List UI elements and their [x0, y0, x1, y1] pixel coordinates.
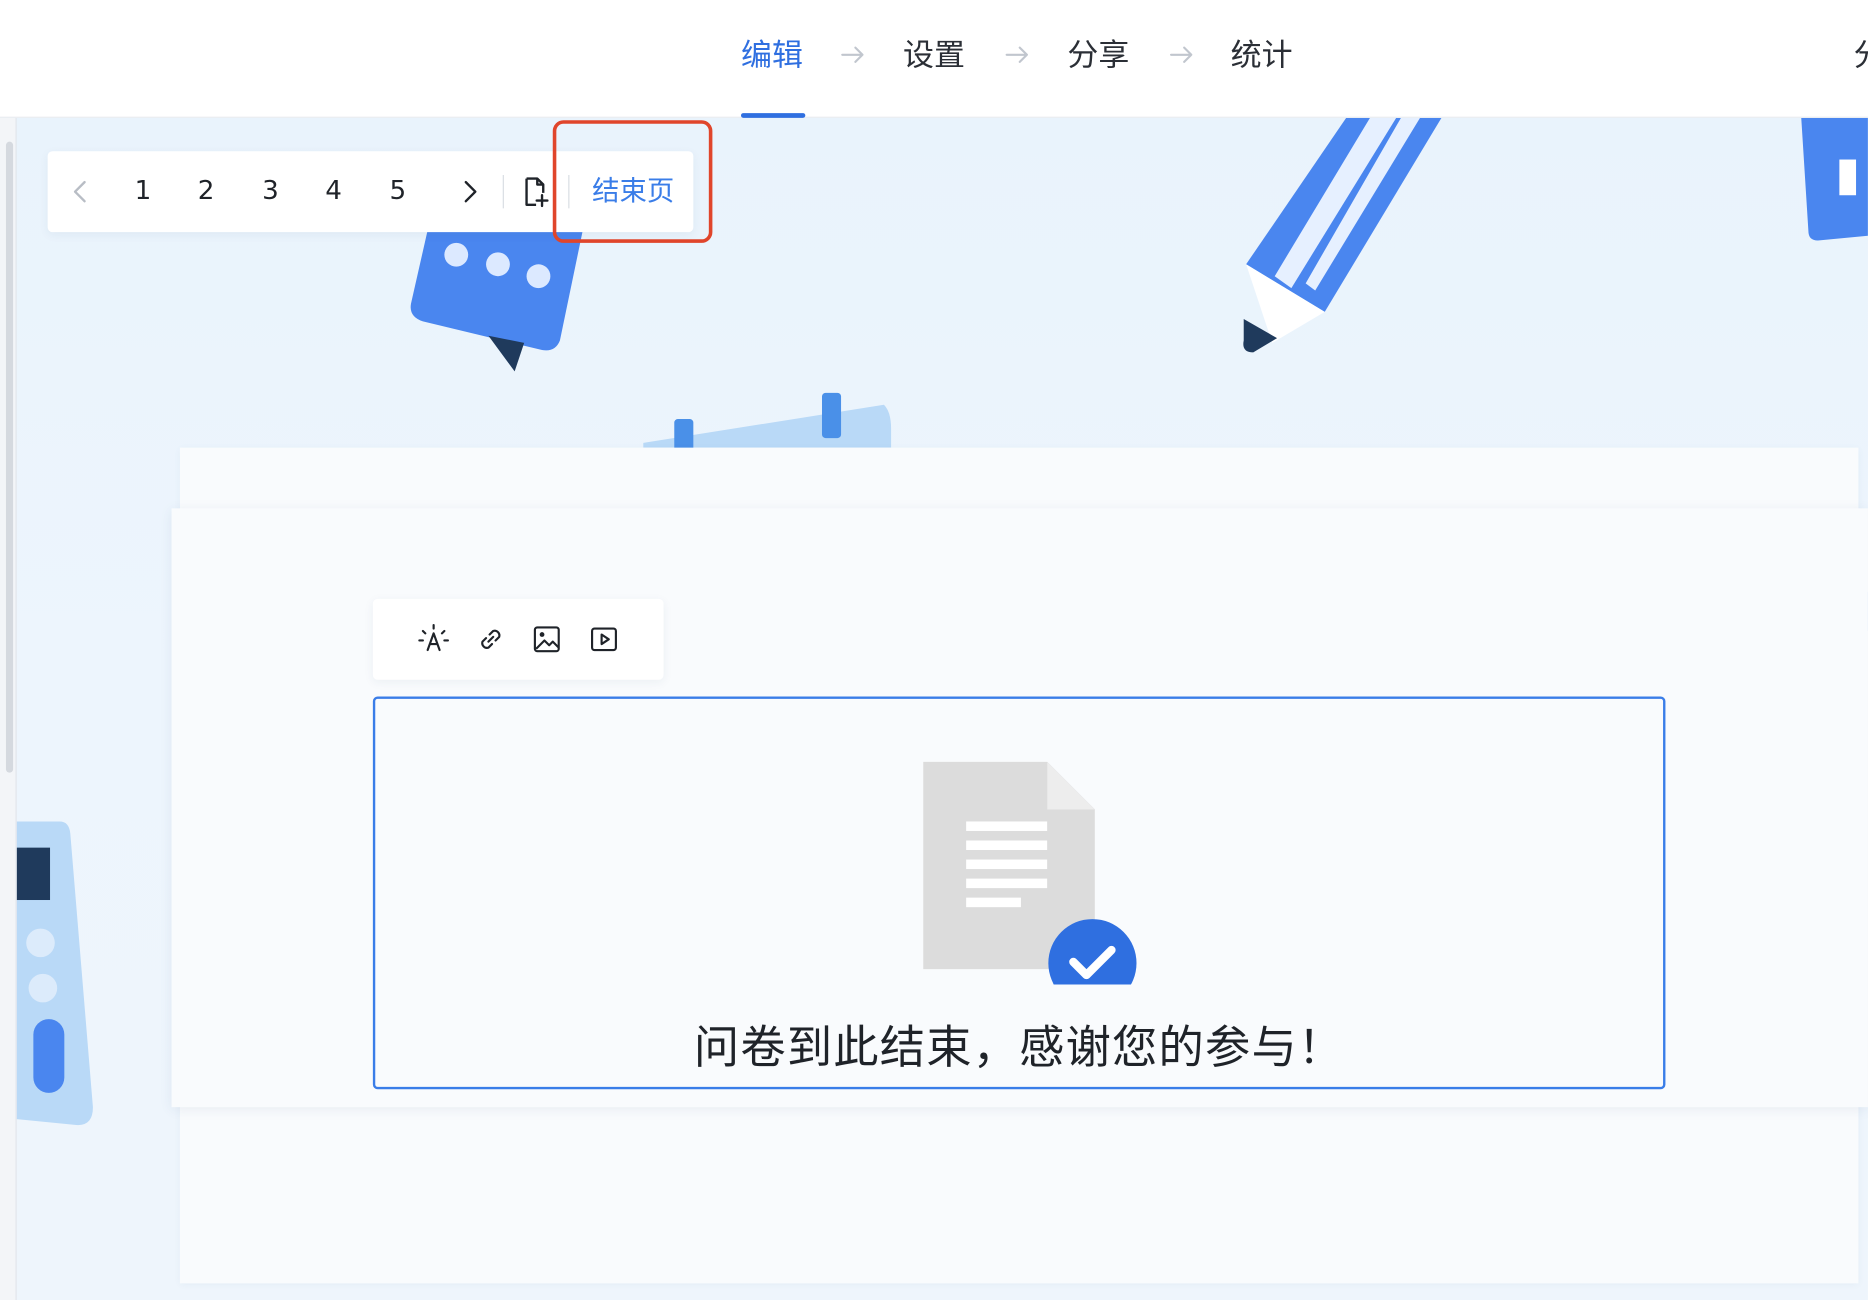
divider: [568, 175, 570, 209]
calendar-decoration: [643, 392, 892, 453]
image-icon[interactable]: [530, 623, 563, 656]
header-action-truncated[interactable]: 分: [1854, 29, 1868, 84]
page-5[interactable]: 5: [380, 173, 416, 211]
page-navigator: 1 2 3 4 5 结束页: [47, 151, 694, 233]
page-2[interactable]: 2: [188, 173, 224, 211]
page-3[interactable]: 3: [253, 173, 289, 211]
step-settings[interactable]: 设置: [903, 29, 965, 84]
active-step-indicator: [740, 113, 806, 118]
phone-decoration: [16, 821, 93, 1126]
arrow-right-icon: [1005, 46, 1028, 63]
chevron-left-icon[interactable]: [64, 175, 97, 208]
document-check-icon: [923, 761, 1137, 985]
rich-text-toolbar: [372, 598, 664, 680]
step-statistics[interactable]: 统计: [1231, 29, 1293, 84]
step-edit[interactable]: 编辑: [741, 29, 803, 84]
pencil-decoration: [1243, 117, 1442, 353]
page-1[interactable]: 1: [125, 173, 161, 211]
end-page-tab[interactable]: 结束页: [592, 173, 674, 211]
video-icon[interactable]: [587, 623, 620, 656]
step-share[interactable]: 分享: [1067, 29, 1129, 84]
left-scrollbar-thumb[interactable]: [5, 141, 14, 773]
left-scrollbar[interactable]: [0, 117, 17, 1300]
text-style-icon[interactable]: [417, 623, 450, 656]
chevron-right-icon[interactable]: [453, 175, 486, 208]
divider: [502, 175, 504, 209]
end-page-message: 问卷到此结束，感谢您的参与！: [693, 1021, 1345, 1074]
page-4[interactable]: 4: [316, 173, 352, 211]
add-page-icon[interactable]: [518, 175, 551, 208]
arrow-right-icon: [1169, 46, 1193, 63]
arrow-right-icon: [841, 46, 864, 63]
link-icon[interactable]: [474, 623, 507, 656]
top-step-navigation: 编辑 设置 分享 统计 分: [0, 0, 1868, 118]
speech-bubble-decoration: [410, 214, 587, 372]
end-page-content-editor[interactable]: 问卷到此结束，感谢您的参与！: [372, 696, 1666, 1090]
